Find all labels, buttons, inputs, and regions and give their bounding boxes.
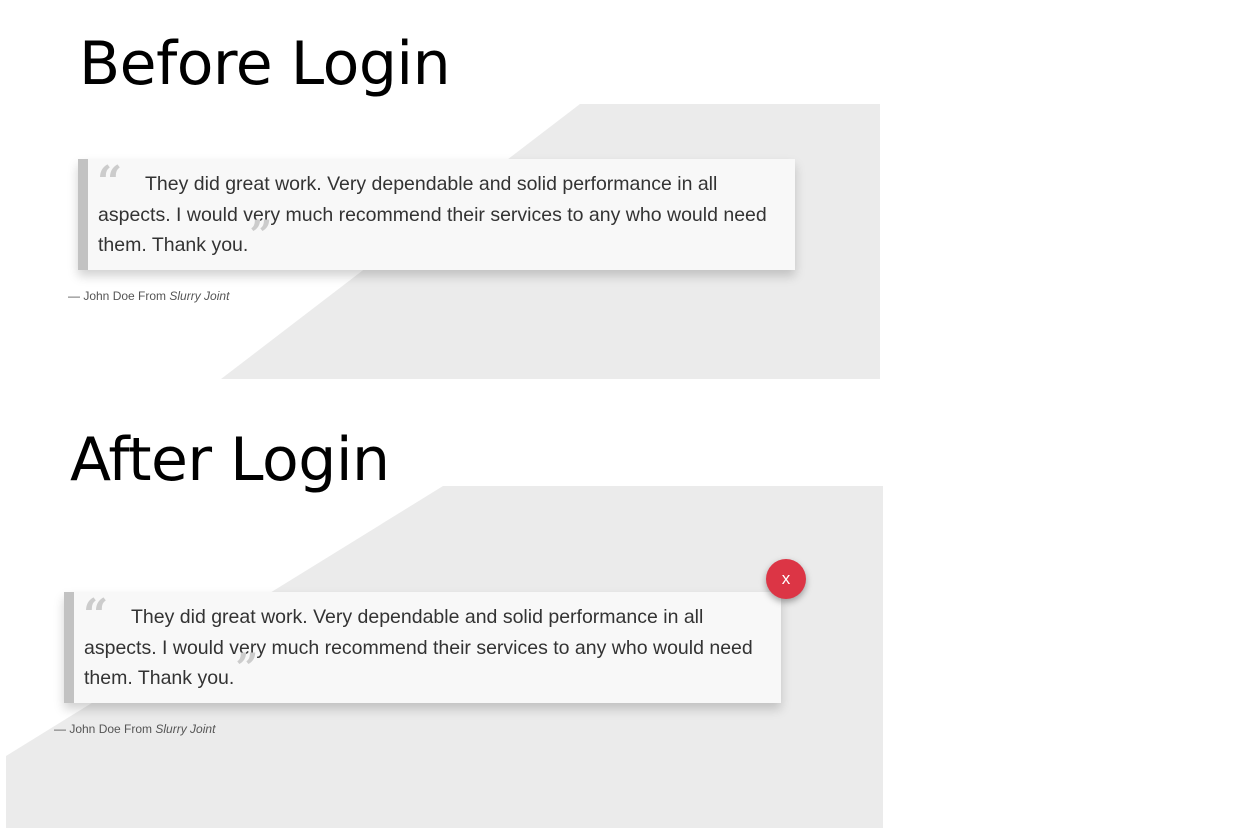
before-login-attribution: — John Doe From Slurry Joint [68,289,229,303]
testimonial-text-body: They did great work. Very dependable and… [84,606,753,689]
attribution-prefix: — John Doe From [68,289,167,303]
before-login-heading: Before Login [79,29,451,99]
after-login-heading: After Login [70,425,390,495]
after-login-attribution: — John Doe From Slurry Joint [54,722,215,736]
testimonial-text: They did great work. Very dependable and… [98,169,788,261]
attribution-prefix: — John Doe From [54,722,153,736]
close-quote-icon: ” [249,212,273,259]
after-login-testimonial-card: “ They did great work. Very dependable a… [64,592,781,703]
before-login-testimonial-card: “ They did great work. Very dependable a… [78,159,795,270]
testimonial-text-body: They did great work. Very dependable and… [98,173,767,256]
attribution-company: Slurry Joint [169,289,230,303]
testimonial-text: They did great work. Very dependable and… [84,602,774,694]
attribution-company: Slurry Joint [155,722,216,736]
close-testimonial-button[interactable]: x [766,559,806,599]
close-quote-icon: ” [235,645,259,692]
